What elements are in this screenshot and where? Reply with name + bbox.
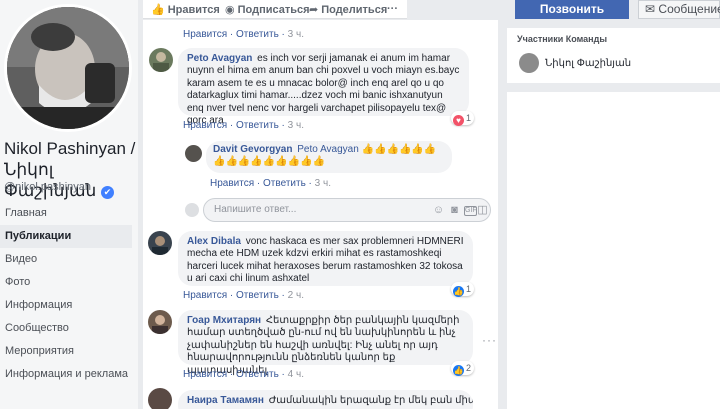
like-reaction-icon: 👍 — [453, 365, 464, 376]
reply-mention[interactable]: Peto Avagyan — [297, 144, 359, 155]
nav-item-photos[interactable]: Фото — [0, 271, 132, 294]
reply-link[interactable]: Ответить — [236, 29, 279, 40]
nav-item-community[interactable]: Сообщество — [0, 317, 132, 340]
current-user-avatar — [185, 203, 199, 217]
comment-avatar[interactable] — [149, 48, 173, 72]
comment-bubble: Alex Dibala vonc haskaca es mer sax prob… — [178, 231, 473, 286]
call-button[interactable]: Позвонить — [515, 0, 629, 19]
team-members-panel: Участники Команды Նիկոլ Փաշինյան — [507, 28, 720, 83]
reply-placeholder: Напишите ответ... — [214, 204, 297, 215]
comment-time: 3 ч. — [287, 29, 304, 40]
love-reaction-icon: ♥ — [453, 115, 464, 126]
like-link[interactable]: Нравится — [183, 290, 227, 301]
nav-item-home[interactable]: Главная — [0, 202, 132, 225]
nav-item-about[interactable]: Информация — [0, 294, 132, 317]
reply-actions: Нравится · Ответить · 3 ч. — [210, 178, 331, 189]
camera-icon[interactable]: ◙ — [448, 204, 461, 217]
comment-actions: Нравится · Ответить · 3 ч. — [183, 29, 304, 40]
profile-photo-image — [7, 7, 129, 129]
reply-bubble: Davit Gevorgyan Peto Avagyan 👍👍👍👍👍👍👍👍👍👍👍… — [206, 141, 452, 173]
nav-item-posts[interactable]: Публикации — [0, 225, 132, 248]
comment-actions: Нравится · Ответить · 3 ч. — [183, 120, 304, 131]
member-avatar[interactable] — [519, 53, 539, 73]
comment-author[interactable]: Peto Avagyan — [187, 53, 252, 64]
comment-actions: Нравится · Ответить · 2 ч. — [183, 290, 304, 301]
sticker-icon[interactable]: ◫ — [476, 204, 489, 217]
profile-picture[interactable] — [4, 4, 132, 132]
comment-time: 2 ч. — [287, 290, 304, 301]
comment-avatar[interactable] — [148, 310, 172, 334]
thumbs-up-icon: 👍 — [151, 4, 165, 16]
member-name[interactable]: Նիկոլ Փաշինյան — [545, 58, 631, 69]
reply-link[interactable]: Ответить — [236, 369, 279, 380]
reply-time: 3 ч. — [314, 178, 331, 189]
comment-bubble: Гоар Мхитарян Հետաքրքիր ծեր բանկային կազ… — [178, 310, 473, 376]
reaction-count[interactable]: 👍 2 — [451, 361, 475, 376]
reply-author[interactable]: Davit Gevorgyan — [213, 144, 292, 155]
share-arrow-icon: ➦ — [309, 4, 319, 16]
comment-bubble: Peto Avagyan es inch vor serji jamanak e… — [178, 48, 469, 126]
comment-time: 4 ч. — [287, 369, 304, 380]
page-action-bar: 👍 Нравится ◉ Подписаться ➦ Поделиться ··· — [143, 0, 407, 19]
reply-avatar[interactable] — [185, 145, 202, 162]
page-handle: @nikol.pashinyan — [4, 181, 91, 193]
comment-time: 3 ч. — [287, 120, 304, 131]
more-options-button[interactable]: ··· — [387, 3, 398, 15]
reply-link[interactable]: Ответить — [236, 290, 279, 301]
nav-item-videos[interactable]: Видео — [0, 248, 132, 271]
page-nav: Главная Публикации Видео Фото Информация… — [0, 202, 132, 386]
comment-avatar[interactable] — [148, 388, 172, 409]
reply-link[interactable]: Ответить — [236, 120, 279, 131]
like-reaction-icon: 👍 — [453, 286, 464, 297]
comment-actions: Нравится · Ответить · 4 ч. — [183, 369, 304, 380]
smiley-icon[interactable]: ☺ — [432, 204, 445, 217]
reaction-count[interactable]: ♥ 1 — [451, 111, 475, 126]
comment-author[interactable]: Наира Тамамян — [187, 395, 264, 406]
reaction-count[interactable]: 👍 1 — [451, 282, 475, 297]
nav-item-events[interactable]: Мероприятия — [0, 340, 132, 363]
like-link[interactable]: Нравится — [183, 29, 227, 40]
like-link[interactable]: Нравится — [183, 120, 227, 131]
right-column-panel — [507, 92, 720, 409]
comment-options-button[interactable]: ··· — [482, 333, 497, 347]
comment-text: Ժամանակին երազանք էր մեկ բան միայն, որ — [268, 395, 473, 406]
messenger-icon: ✉ — [645, 2, 656, 16]
nav-item-ads-info[interactable]: Информация и реклама — [0, 363, 132, 386]
subscribe-button[interactable]: ◉ Подписаться — [225, 3, 310, 16]
like-link[interactable]: Нравится — [210, 178, 254, 189]
reply-input[interactable]: Напишите ответ... ☺ ◙ GIF ◫ — [203, 198, 491, 222]
comment-avatar[interactable] — [148, 231, 172, 255]
like-page-button[interactable]: 👍 Нравится — [151, 3, 220, 16]
comment-author[interactable]: Гоар Мхитарян — [187, 315, 261, 326]
rss-icon: ◉ — [225, 4, 235, 16]
share-button[interactable]: ➦ Поделиться — [309, 3, 387, 16]
comment-author[interactable]: Alex Dibala — [187, 236, 241, 247]
like-link[interactable]: Нравится — [183, 369, 227, 380]
comment-bubble: Наира Тамамян Ժամանակին երազանք էր մեկ բ… — [178, 390, 473, 409]
reply-link[interactable]: Ответить — [263, 178, 306, 189]
left-sidebar: Nikol Pashinyan / Նիկոլ Փաշինյան ✔ @niko… — [0, 0, 138, 409]
team-members-title: Участники Команды — [517, 34, 607, 44]
send-message-button[interactable]: ✉ Сообщение — [638, 0, 720, 19]
verified-badge-icon: ✔ — [101, 186, 115, 199]
